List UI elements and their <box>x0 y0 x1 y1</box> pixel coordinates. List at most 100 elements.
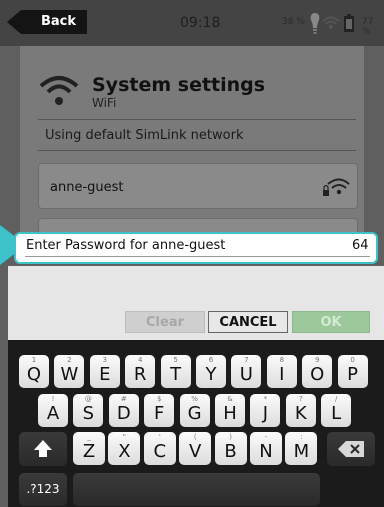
key-label: H <box>223 403 237 424</box>
secured-wifi-icon <box>323 178 350 196</box>
battery-right-level: 77 % <box>362 17 374 37</box>
key-label: P <box>347 364 359 385</box>
key-secondary-label: # <box>120 395 127 403</box>
key-h[interactable]: & H <box>215 394 245 427</box>
clock: 09:18 <box>180 15 221 31</box>
key-l[interactable]: / L <box>321 394 352 427</box>
key-secondary-label: : <box>300 433 303 441</box>
backspace-key[interactable] <box>327 432 375 466</box>
key-label: A <box>46 403 60 424</box>
ok-button[interactable]: OK <box>292 311 370 333</box>
divider <box>38 150 356 151</box>
key-f[interactable]: $ F <box>144 394 175 427</box>
key-c[interactable]: ' C <box>143 432 176 465</box>
wifi-status-icon <box>322 16 340 29</box>
key-secondary-label: ? <box>298 395 303 403</box>
key-z[interactable]: _ Z <box>73 432 105 465</box>
key-secondary-label: 5 <box>173 356 178 364</box>
key-secondary-label: 2 <box>67 356 72 364</box>
key-t[interactable]: 5T <box>160 355 191 388</box>
key-secondary-label: 7 <box>244 356 249 364</box>
wifi-icon <box>39 76 79 105</box>
key-label: N <box>259 441 273 462</box>
key-o[interactable]: 9O <box>302 355 333 388</box>
key-secondary-label: - <box>264 433 268 441</box>
symbols-label: .?123 <box>26 482 60 496</box>
key-secondary-label: % <box>191 395 198 403</box>
key-secondary-label: / <box>335 395 338 403</box>
key-label: T <box>170 364 182 385</box>
key-label: S <box>82 403 95 424</box>
key-secondary-label: _ <box>87 433 91 441</box>
key-label: F <box>154 403 165 424</box>
key-label: Y <box>205 364 217 385</box>
key-w[interactable]: 2W <box>54 355 85 388</box>
key-label: X <box>118 441 131 462</box>
key-label: U <box>239 364 253 385</box>
key-secondary-label: ) <box>229 433 232 441</box>
key-x[interactable]: " X <box>108 432 141 465</box>
key-q[interactable]: 1Q <box>19 355 49 388</box>
key-secondary-label: & <box>227 395 233 403</box>
char-counter: 64 <box>352 238 369 253</box>
key-secondary-label: $ <box>156 395 162 403</box>
key-label: G <box>187 403 202 424</box>
key-label: K <box>294 403 307 424</box>
network-name: anne-guest <box>50 180 124 195</box>
key-secondary-label: 8 <box>279 356 285 364</box>
key-p[interactable]: 0P <box>337 355 368 388</box>
key-secondary-label: ' <box>158 433 161 441</box>
key-j[interactable]: * J <box>250 394 281 427</box>
network-info: Using default SimLink network <box>45 128 244 143</box>
key-secondary-label: 1 <box>31 356 37 364</box>
key-secondary-label: 4 <box>137 356 143 364</box>
key-g[interactable]: % G <box>179 394 210 427</box>
key-secondary-label: 0 <box>350 356 355 364</box>
key-label: V <box>189 441 202 462</box>
key-secondary-label: ( <box>193 433 197 441</box>
key-s[interactable]: @ S <box>73 394 104 427</box>
shift-key[interactable] <box>19 432 67 466</box>
key-secondary-label: @ <box>84 395 92 403</box>
key-secondary-label: 3 <box>102 356 108 364</box>
key-secondary-label: 9 <box>314 356 320 364</box>
key-label: D <box>116 403 131 424</box>
cancel-button[interactable]: CANCEL <box>208 311 288 333</box>
key-i[interactable]: 8I <box>266 355 297 388</box>
key-v[interactable]: (V <box>179 432 212 465</box>
key-label: C <box>153 441 167 462</box>
battery-icon <box>344 14 354 32</box>
backspace-icon <box>338 441 364 457</box>
settings-title: System settings <box>92 74 266 96</box>
key-label: R <box>133 364 147 385</box>
key-m[interactable]: :M <box>285 432 318 465</box>
key-r[interactable]: 4R <box>125 355 156 388</box>
password-label: Enter Password for anne-guest <box>26 238 226 253</box>
key-label: O <box>310 364 325 385</box>
key-u[interactable]: 7U <box>231 355 262 388</box>
symbols-key[interactable]: .?123 <box>19 473 67 506</box>
key-a[interactable]: ! A <box>38 394 68 427</box>
key-label: W <box>60 364 79 385</box>
key-label: E <box>99 364 111 385</box>
space-key[interactable] <box>73 473 320 506</box>
key-label: J <box>262 403 269 424</box>
key-y[interactable]: 6Y <box>196 355 226 388</box>
divider <box>38 119 356 120</box>
key-n[interactable]: -N <box>250 432 282 465</box>
clear-button[interactable]: Clear <box>125 311 205 333</box>
key-k[interactable]: ? K <box>285 394 316 427</box>
field-underline <box>25 256 370 257</box>
key-b[interactable]: ) B <box>214 432 247 465</box>
key-d[interactable]: # D <box>108 394 139 427</box>
key-label: Z <box>82 441 96 462</box>
key-secondary-label: ! <box>51 395 55 403</box>
key-secondary-label: 6 <box>208 356 214 364</box>
key-label: Q <box>26 364 42 385</box>
back-button[interactable]: Back <box>7 10 87 34</box>
key-secondary-label: " <box>122 433 126 441</box>
key-secondary-label: * <box>263 395 268 403</box>
key-e[interactable]: 3E <box>89 355 120 388</box>
key-label: I <box>279 364 285 385</box>
key-label: M <box>293 441 310 462</box>
